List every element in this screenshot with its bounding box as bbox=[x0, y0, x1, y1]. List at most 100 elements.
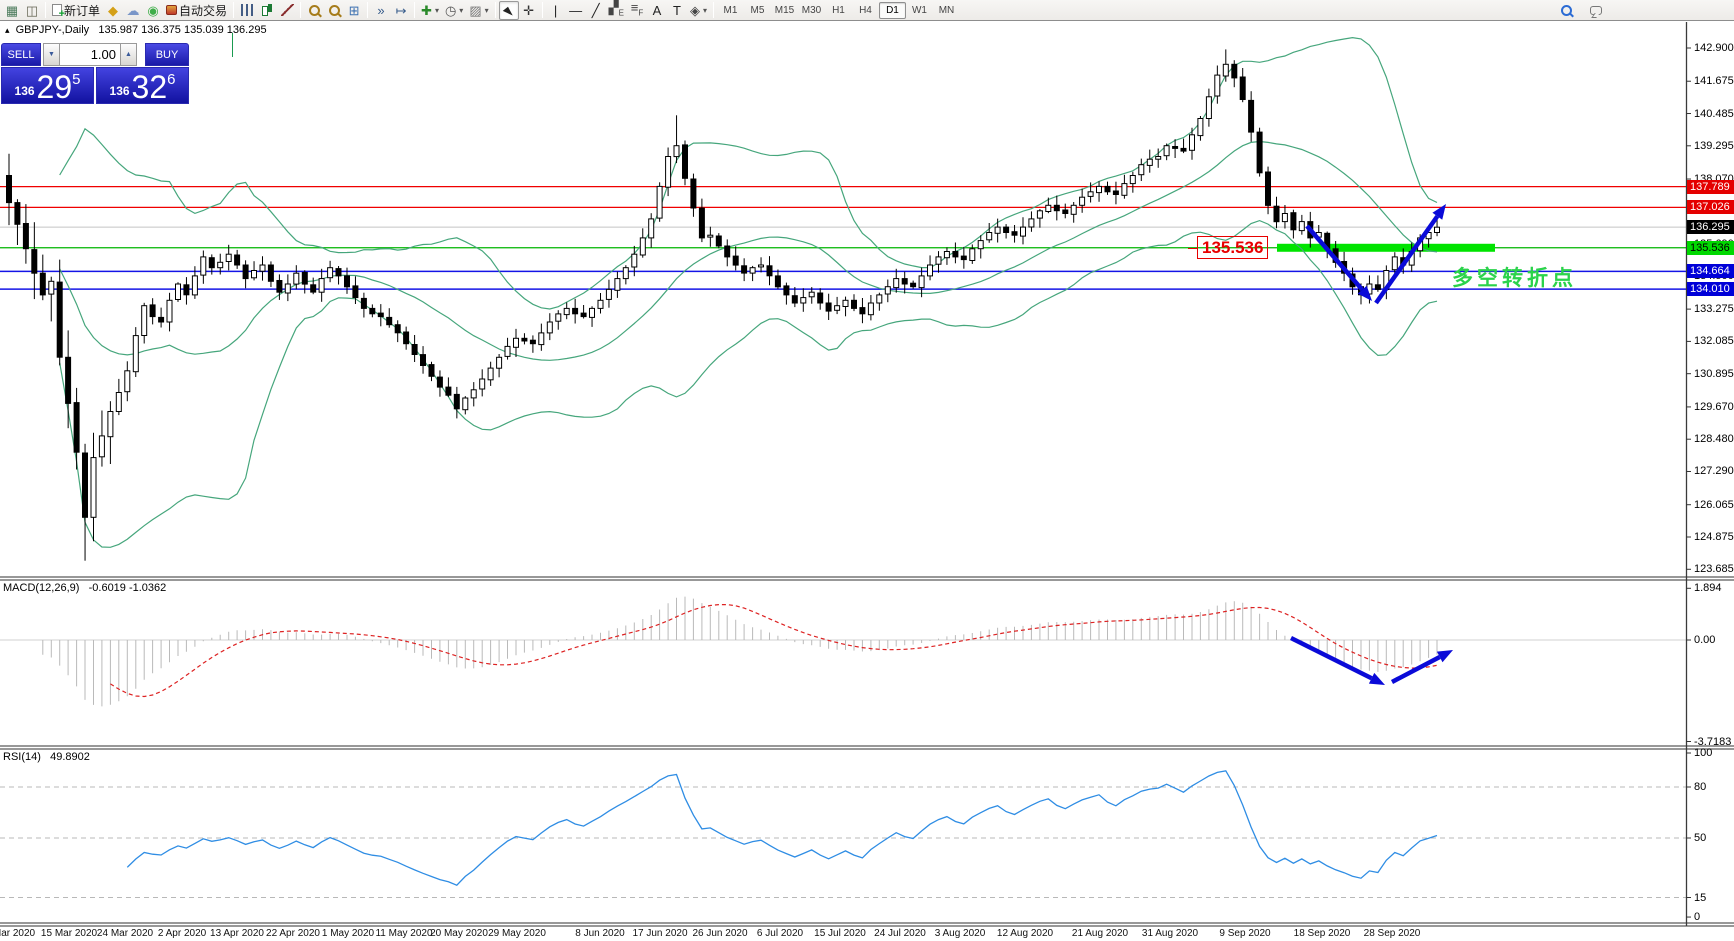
price-tick: 130.895 bbox=[1694, 368, 1734, 380]
trendline-tool-button[interactable]: ╱ bbox=[586, 1, 606, 20]
price-tag-136.295: 136.295 bbox=[1687, 220, 1734, 234]
crosshair-tool-button[interactable]: ✛ bbox=[519, 1, 539, 20]
price-tag-135.536: 135.536 bbox=[1687, 241, 1734, 255]
rsi-line bbox=[127, 771, 1437, 885]
templates-button[interactable]: ▨▾ bbox=[466, 1, 491, 20]
chart-shift-button[interactable]: ↦ bbox=[391, 1, 411, 20]
buy-button[interactable]: BUY bbox=[145, 43, 189, 66]
toolbar-separator bbox=[542, 2, 543, 18]
indicators-button[interactable]: ✚▾ bbox=[418, 1, 442, 20]
candle-chart-mode-button[interactable] bbox=[257, 1, 277, 20]
fibonacci-tool-button[interactable]: ≡F bbox=[627, 1, 647, 20]
chat-button[interactable] bbox=[1586, 1, 1606, 20]
volume-increase-button[interactable]: ▲ bbox=[120, 43, 137, 66]
bollinger-lower-band bbox=[60, 221, 1437, 548]
chart-profiles-button[interactable]: ◫ bbox=[22, 1, 42, 20]
periods-icon: ◷ bbox=[445, 4, 456, 17]
text-label-tool-icon: T bbox=[673, 4, 681, 17]
cursor-tool-button[interactable] bbox=[499, 1, 519, 20]
timeframe-M1[interactable]: M1 bbox=[717, 2, 744, 19]
price-tag-137.789: 137.789 bbox=[1687, 180, 1734, 194]
price-level-callout[interactable]: 135.536 bbox=[1197, 236, 1268, 259]
timeframe-H4[interactable]: H4 bbox=[852, 2, 879, 19]
toolbar-separator bbox=[367, 2, 368, 18]
line-chart-mode-button[interactable] bbox=[277, 1, 297, 20]
timeframe-M5[interactable]: M5 bbox=[744, 2, 771, 19]
indicators-icon: ✚ bbox=[421, 4, 432, 17]
rsi-tick: 0 bbox=[1694, 911, 1700, 923]
rsi-pane-label: RSI(14) 49.8902 bbox=[3, 751, 90, 763]
price-tick: 124.875 bbox=[1694, 531, 1734, 543]
thick-support-line[interactable] bbox=[1277, 244, 1495, 252]
autotrading-icon bbox=[166, 5, 177, 15]
macd-tick: 0.00 bbox=[1694, 634, 1715, 646]
timeframe-M15[interactable]: M15 bbox=[771, 2, 798, 19]
zoom-in-icon bbox=[309, 5, 320, 16]
buy-price-tile[interactable]: 136 32 6 bbox=[96, 67, 189, 104]
sell-button[interactable]: SELL bbox=[1, 43, 41, 66]
caret-down-icon: ▾ bbox=[459, 6, 463, 15]
collapse-marker-icon[interactable]: ▴ bbox=[5, 25, 10, 35]
timeframe-M30[interactable]: M30 bbox=[798, 2, 825, 19]
new-chart-button[interactable]: ▦ bbox=[2, 1, 22, 20]
drawing-vline-mark[interactable] bbox=[232, 33, 233, 57]
search-button[interactable] bbox=[1556, 1, 1576, 20]
price-tick: 123.685 bbox=[1694, 563, 1734, 575]
channel-tool-button[interactable]: ▞E bbox=[606, 1, 627, 20]
buy-price-main: 32 bbox=[132, 73, 168, 101]
autotrading-label: 自动交易 bbox=[179, 2, 227, 19]
trend-arrow-up[interactable] bbox=[1376, 204, 1446, 303]
market-button[interactable]: ◆ bbox=[103, 1, 123, 20]
signals-icon: ◉ bbox=[147, 4, 158, 17]
caret-down-icon: ▾ bbox=[485, 6, 489, 15]
macd-arrow-up[interactable] bbox=[1392, 650, 1453, 682]
text-tool-button[interactable]: A bbox=[647, 1, 667, 20]
trendline-tool-icon: ╱ bbox=[592, 4, 600, 17]
price-tick: 133.275 bbox=[1694, 303, 1734, 315]
tile-windows-button[interactable]: ⊞ bbox=[344, 1, 364, 20]
horizontal-line-tool-button[interactable]: — bbox=[566, 1, 586, 20]
turning-point-annotation[interactable]: 多空转折点 bbox=[1452, 262, 1577, 292]
rsi-tick: 50 bbox=[1694, 832, 1706, 844]
toolbar-separator bbox=[45, 2, 46, 18]
new-order-icon bbox=[52, 4, 62, 16]
macd-arrow-down[interactable] bbox=[1291, 638, 1385, 685]
price-tick: 139.295 bbox=[1694, 140, 1734, 152]
macd-histogram bbox=[43, 597, 1437, 707]
buy-price-sup: 6 bbox=[167, 71, 175, 88]
auto-scroll-button[interactable]: » bbox=[371, 1, 391, 20]
zoom-in-button[interactable] bbox=[304, 1, 324, 20]
vertical-line-tool-icon: | bbox=[554, 4, 557, 17]
chart-canvas[interactable] bbox=[0, 0, 1734, 941]
rsi-tick: 15 bbox=[1694, 892, 1706, 904]
price-tag-134.010: 134.010 bbox=[1687, 282, 1734, 296]
new-order-button[interactable]: 新订单 bbox=[49, 1, 103, 20]
community-icon: ☁ bbox=[127, 4, 140, 17]
arrows-tool-button[interactable]: ◈▾ bbox=[687, 1, 710, 20]
main-toolbar: ▦◫新订单◆☁◉自动交易⊞»↦✚▾◷▾▨▾✛|—╱▞E≡FAT◈▾M1M5M15… bbox=[0, 0, 1734, 21]
macd-tick: 1.894 bbox=[1694, 582, 1722, 594]
timeframe-MN[interactable]: MN bbox=[933, 2, 960, 19]
price-tag-137.026: 137.026 bbox=[1687, 200, 1734, 214]
bar-chart-mode-button[interactable] bbox=[237, 1, 257, 20]
periods-button[interactable]: ◷▾ bbox=[442, 1, 466, 20]
timeframe-W1[interactable]: W1 bbox=[906, 2, 933, 19]
zoom-out-button[interactable] bbox=[324, 1, 344, 20]
sell-price-sup: 5 bbox=[72, 71, 80, 88]
vertical-line-tool-button[interactable]: | bbox=[546, 1, 566, 20]
volume-decrease-button[interactable]: ▼ bbox=[43, 43, 60, 66]
auto-scroll-icon: » bbox=[377, 4, 384, 17]
one-click-trade-panel: SELL ▼ ▲ BUY 136 29 5 136 32 6 bbox=[1, 43, 189, 104]
text-tool-icon: A bbox=[653, 4, 662, 17]
search-icon bbox=[1561, 5, 1572, 16]
autotrading-button[interactable]: 自动交易 bbox=[163, 1, 230, 20]
volume-input[interactable] bbox=[60, 43, 120, 66]
community-button[interactable]: ☁ bbox=[123, 1, 143, 20]
price-tick: 140.485 bbox=[1694, 108, 1734, 120]
text-label-tool-button[interactable]: T bbox=[667, 1, 687, 20]
signals-button[interactable]: ◉ bbox=[143, 1, 163, 20]
sell-price-tile[interactable]: 136 29 5 bbox=[1, 67, 94, 104]
timeframe-H1[interactable]: H1 bbox=[825, 2, 852, 19]
timeframe-D1[interactable]: D1 bbox=[879, 2, 906, 19]
toolbar-separator bbox=[300, 2, 301, 18]
